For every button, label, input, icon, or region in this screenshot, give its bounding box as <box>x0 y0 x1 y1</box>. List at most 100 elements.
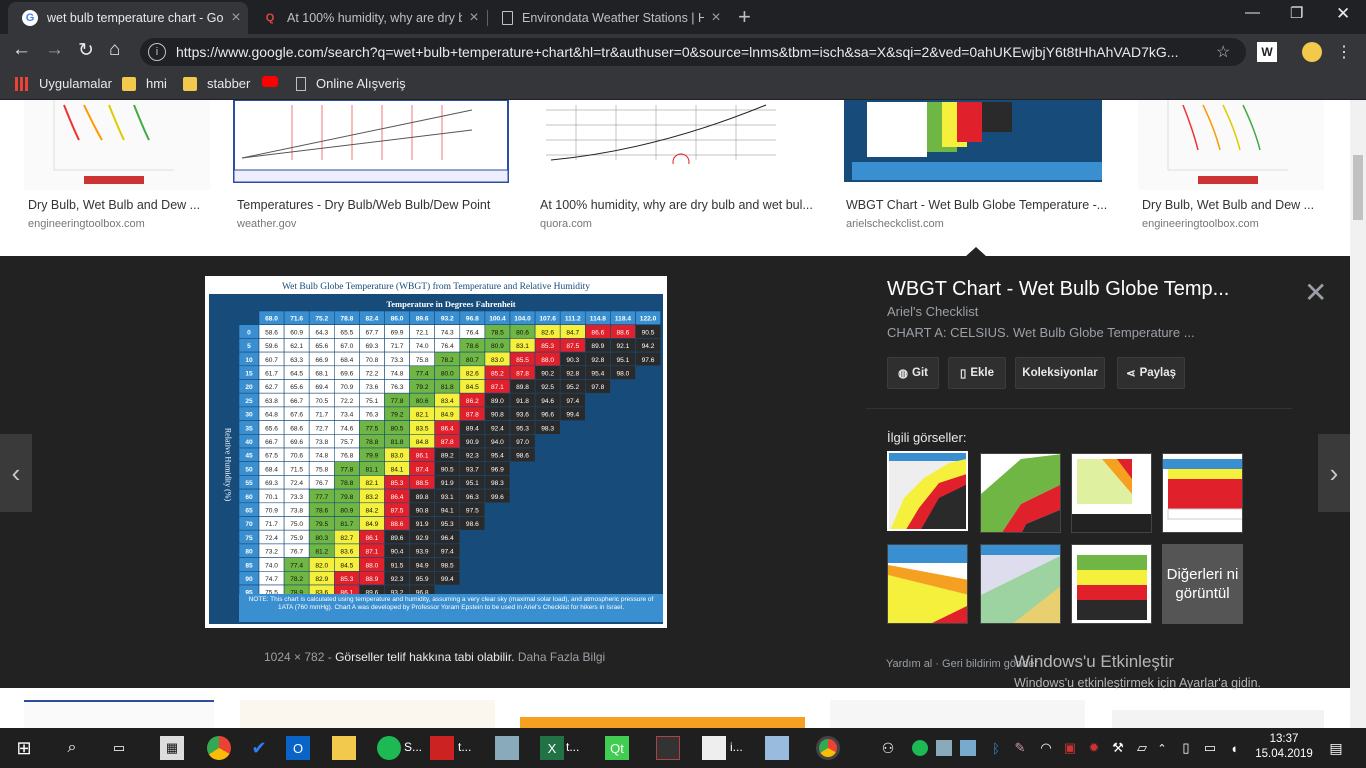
chrome-icon[interactable] <box>207 736 231 760</box>
tab-quora[interactable]: Q At 100% humidity, why are dry bu × <box>248 2 486 34</box>
info-icon[interactable]: i <box>148 43 166 61</box>
close-icon[interactable]: ✕ <box>1304 276 1327 309</box>
menu-icon[interactable]: ⋮ <box>1334 42 1354 62</box>
close-window-icon[interactable]: ✕ <box>1336 4 1350 24</box>
extension-w-icon[interactable]: W <box>1257 42 1277 62</box>
volume-icon[interactable]: ◖ <box>1222 736 1246 760</box>
related-image[interactable] <box>1071 453 1152 533</box>
spotify-icon[interactable] <box>377 736 401 760</box>
thumbnail-image[interactable] <box>830 700 1085 728</box>
wbgt-value: 59.6 <box>265 343 278 350</box>
clock[interactable]: 13:37 15.04.2019 <box>1254 732 1314 762</box>
app-icon[interactable] <box>656 736 680 760</box>
bookmark-hmi[interactable]: hmi <box>122 76 167 91</box>
scrollbar-thumb[interactable] <box>1353 155 1363 220</box>
chevron-up-icon[interactable]: ⌃ <box>1150 736 1174 760</box>
tab-environdata[interactable]: Environdata Weather Stations | H × <box>488 2 728 34</box>
wbgt-value: 78.6 <box>315 508 328 515</box>
bookmark-online-alisveris[interactable]: Online Alışveriş <box>296 76 406 91</box>
tab-google-search[interactable]: G wet bulb temperature chart - Goo × <box>8 2 248 34</box>
view-more-button[interactable]: Diğerleri ni görüntül <box>1162 544 1243 624</box>
thumbnail-image[interactable] <box>24 100 210 190</box>
close-tab-icon[interactable]: × <box>704 9 728 27</box>
related-image[interactable] <box>887 451 968 531</box>
new-tab-button[interactable]: + <box>738 4 751 30</box>
home-icon[interactable]: ⌂ <box>109 39 120 61</box>
app-icon[interactable] <box>430 736 454 760</box>
thumbnail-caption[interactable]: Dry Bulb, Wet Bulb and Dew ... <box>28 198 200 212</box>
thumbnail-image[interactable] <box>1112 710 1324 728</box>
file-explorer-icon[interactable] <box>332 736 356 760</box>
back-icon[interactable]: ← <box>12 39 31 61</box>
thumbnail-image[interactable] <box>842 100 1110 190</box>
tray-icon[interactable]: ⚒ <box>1106 736 1130 760</box>
go-button[interactable]: ◍ Git <box>887 357 939 389</box>
thumbnail-image[interactable] <box>1138 100 1324 190</box>
windows-start-icon[interactable]: ⊞ <box>12 736 36 760</box>
forward-icon[interactable]: → <box>45 39 64 61</box>
tray-icon[interactable] <box>960 740 976 756</box>
tray-icon[interactable]: ▯ <box>1174 736 1198 760</box>
taskbar-item-label[interactable]: S... <box>404 740 422 754</box>
paint-icon[interactable] <box>765 736 789 760</box>
thumbnail-caption[interactable]: At 100% humidity, why are dry bulb and w… <box>540 198 813 212</box>
tray-icon[interactable]: ▣ <box>1058 736 1082 760</box>
minimize-icon[interactable]: — <box>1245 4 1260 21</box>
close-tab-icon[interactable]: × <box>462 9 486 27</box>
close-tab-icon[interactable]: × <box>224 9 248 27</box>
bookmark-youtube[interactable] <box>262 76 288 87</box>
excel-icon[interactable]: X <box>540 736 564 760</box>
thumbnail-image[interactable] <box>536 100 816 190</box>
thumbnail-image[interactable] <box>232 100 512 190</box>
thumbnail-image[interactable] <box>24 700 214 728</box>
app-icon[interactable] <box>495 736 519 760</box>
collections-button[interactable]: Koleksiyonlar <box>1015 357 1105 389</box>
thumbnail-caption[interactable]: WBGT Chart - Wet Bulb Globe Temperature … <box>846 198 1107 212</box>
people-icon[interactable]: ⚇ <box>876 736 900 760</box>
related-image[interactable] <box>1162 453 1243 533</box>
share-button[interactable]: ⋖ Paylaş <box>1117 357 1185 389</box>
thumbnail-image[interactable] <box>520 700 805 728</box>
wbgt-value: 74.7 <box>265 576 278 583</box>
reload-icon[interactable]: ↻ <box>78 39 94 62</box>
previous-arrow-icon[interactable]: ‹ <box>0 434 32 512</box>
taskbar-item-label[interactable]: t... <box>458 740 471 754</box>
related-image[interactable] <box>980 453 1061 533</box>
page-scrollbar[interactable] <box>1350 100 1366 728</box>
related-image[interactable] <box>887 544 968 624</box>
chrome-icon[interactable] <box>816 736 840 760</box>
thumbnail-caption[interactable]: Temperatures - Dry Bulb/Web Bulb/Dew Poi… <box>237 198 490 212</box>
wifi-icon[interactable]: ◠ <box>1034 736 1058 760</box>
taskbar-item-label[interactable]: i... <box>730 740 743 754</box>
bluetooth-icon[interactable]: ᛒ <box>984 736 1008 760</box>
thumbnail-caption[interactable]: Dry Bulb, Wet Bulb and Dew ... <box>1142 198 1314 212</box>
pen-icon[interactable]: ✎ <box>1008 736 1032 760</box>
tray-icon[interactable]: ✹ <box>1082 736 1106 760</box>
thumbnail-image[interactable] <box>240 700 495 728</box>
notifications-icon[interactable]: ▤ <box>1324 736 1348 760</box>
taskbar-item-label[interactable]: t... <box>566 740 579 754</box>
qt-icon[interactable]: Qt <box>605 736 629 760</box>
app-icon[interactable] <box>702 736 726 760</box>
profile-avatar[interactable] <box>1302 42 1322 62</box>
related-image[interactable] <box>1071 544 1152 624</box>
restore-icon[interactable]: ❐ <box>1290 4 1303 22</box>
address-bar[interactable]: i https://www.google.com/search?q=wet+bu… <box>140 38 1246 66</box>
search-icon[interactable]: ⌕ <box>60 736 84 760</box>
image-title[interactable]: WBGT Chart - Wet Bulb Globe Temp... <box>887 278 1229 301</box>
tasks-check-icon[interactable]: ✔ <box>247 736 271 760</box>
battery-icon[interactable]: ▭ <box>1198 736 1222 760</box>
bookmark-apps[interactable]: Uygulamalar <box>15 76 112 91</box>
related-image[interactable] <box>980 544 1061 624</box>
task-view-icon[interactable]: ▭ <box>107 736 131 760</box>
calculator-icon[interactable]: ▦ <box>160 736 184 760</box>
tray-icon[interactable] <box>936 740 952 756</box>
add-button[interactable]: ▯ Ekle <box>948 357 1006 389</box>
bookmark-star-icon[interactable]: ☆ <box>1216 42 1246 62</box>
spotify-tray-icon[interactable] <box>912 740 928 756</box>
next-arrow-icon[interactable]: › <box>1318 434 1350 512</box>
outlook-icon[interactable]: O <box>286 736 310 760</box>
more-info-link[interactable]: Daha Fazla Bilgi <box>518 650 605 664</box>
bookmark-stabber[interactable]: stabber <box>183 76 250 91</box>
wbgt-chart-image[interactable]: Wet Bulb Globe Temperature (WBGT) from T… <box>205 276 667 628</box>
